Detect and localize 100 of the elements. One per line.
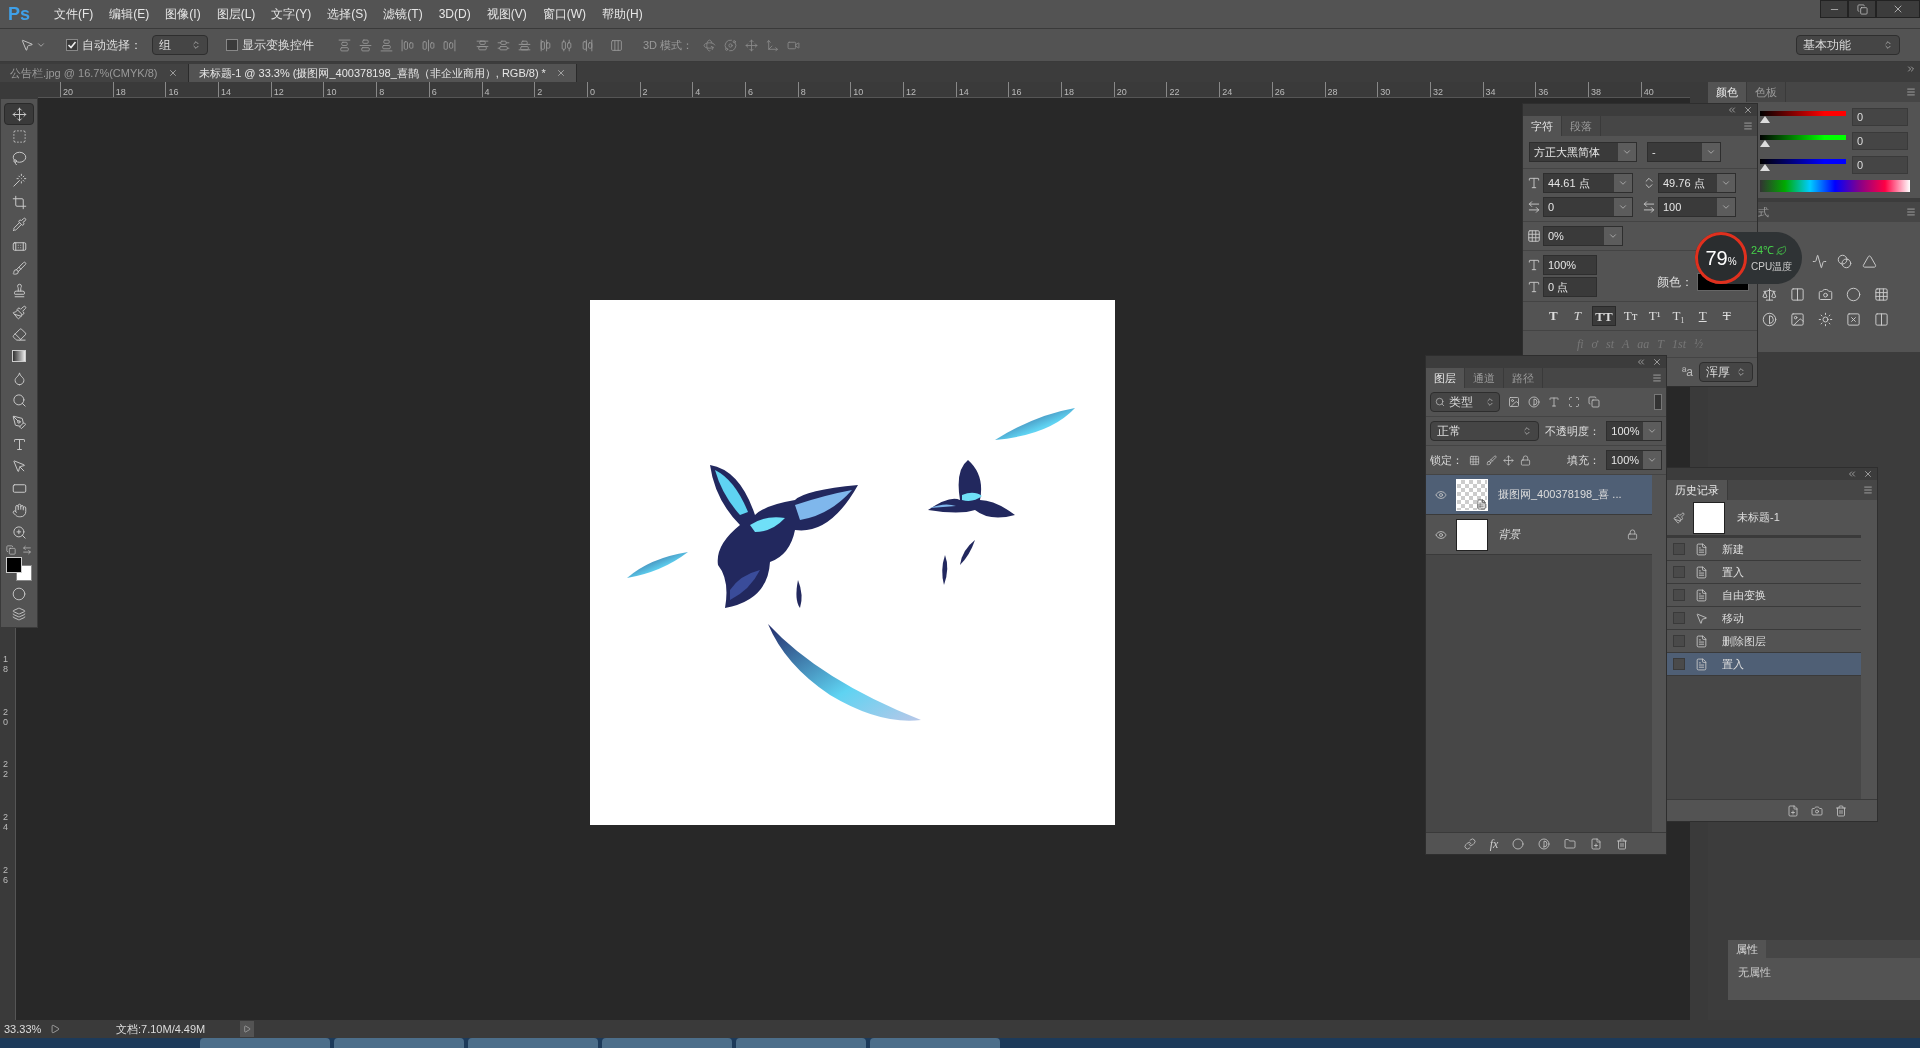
history-item[interactable]: 删除图层 — [1667, 630, 1861, 653]
text-style-button[interactable]: TT — [1592, 306, 1616, 326]
ruler-label: 24 — [3, 812, 9, 833]
ruler-label: 32 — [1432, 87, 1443, 97]
ruler-label: 36 — [1538, 87, 1549, 97]
ruler-label: 8 — [379, 87, 385, 97]
ruler-label: 12 — [273, 87, 284, 97]
menu-item[interactable]: 选择(S) — [319, 5, 376, 23]
panel-tab[interactable]: 历史记录 — [1667, 480, 1728, 500]
opacity-field[interactable]: 100% — [1606, 421, 1662, 441]
ruler-label: 14 — [221, 87, 232, 97]
cpu-temperature: 24℃ — [1751, 243, 1775, 259]
cpu-load: 79% — [1705, 246, 1737, 271]
ruler-label: 6 — [747, 87, 753, 97]
text-style-button[interactable]: T — [1717, 306, 1736, 326]
baseline-field[interactable]: 0 点 — [1543, 277, 1597, 297]
blend-mode-dropdown[interactable]: 正常 — [1430, 421, 1540, 441]
color-value-field[interactable]: 0 — [1852, 108, 1908, 126]
menu-item[interactable]: 窗口(W) — [534, 5, 594, 23]
kerning-field[interactable]: 0 — [1543, 197, 1633, 217]
menu-item[interactable]: 3D(D) — [430, 5, 479, 23]
ruler-label: 10 — [853, 87, 864, 97]
menu-item[interactable]: 视图(V) — [478, 5, 535, 23]
workspace-dropdown[interactable]: 基本功能 — [1796, 35, 1900, 55]
ruler-label: 2 — [642, 87, 648, 97]
menu-item[interactable]: 文件(F) — [46, 5, 102, 23]
checkbox-label: 自动选择： — [82, 37, 142, 54]
antialias-dropdown[interactable]: 浑厚 — [1699, 362, 1753, 382]
text-style-button[interactable]: Tᴛ — [1621, 306, 1640, 326]
layer-row[interactable]: 背景 — [1426, 515, 1652, 555]
text-style-button[interactable]: T¹ — [1645, 306, 1664, 326]
cpu-caption: CPU温度 — [1751, 259, 1793, 274]
fx-button[interactable]: fx — [1489, 834, 1499, 853]
history-item[interactable]: 自由变换 — [1667, 584, 1861, 607]
ruler-label: 4 — [695, 87, 701, 97]
ruler-label: 0 — [589, 87, 595, 97]
history-item[interactable]: 置入 — [1667, 653, 1861, 676]
layer-filter-dropdown[interactable]: 类型 — [1430, 392, 1500, 412]
ruler-label: 8 — [800, 87, 806, 97]
menu-item[interactable]: 图层(L) — [208, 5, 264, 23]
snapshot-name: 未标题-1 — [1737, 510, 1780, 526]
ruler-label: 34 — [1485, 87, 1496, 97]
history-item[interactable]: 置入 — [1667, 561, 1861, 584]
ruler-label: 26 — [1274, 87, 1285, 97]
history-label: 新建 — [1722, 541, 1744, 557]
ruler-label: 18 — [115, 87, 126, 97]
color-value-field[interactable]: 0 — [1852, 156, 1908, 174]
color-label: 颜色： — [1657, 274, 1693, 291]
font-style-dropdown[interactable]: - — [1647, 142, 1721, 162]
tracking-field[interactable]: 100 — [1658, 197, 1736, 217]
fill-field[interactable]: 100% — [1606, 450, 1662, 470]
ruler-label: 38 — [1590, 87, 1601, 97]
opacity-label: 不透明度： — [1545, 423, 1601, 439]
checkbox-label: 显示变换控件 — [242, 37, 314, 54]
font-family-dropdown[interactable]: 方正大黑简体 — [1529, 142, 1637, 162]
menu-item[interactable]: 图像(I) — [157, 5, 209, 23]
panel-tab[interactable]: 属性 — [1728, 940, 1766, 958]
document-size: 文档:7.10M/4.49M — [115, 1021, 207, 1037]
menu-item[interactable]: 编辑(E) — [101, 5, 158, 23]
history-label: 移动 — [1722, 610, 1744, 626]
document-tab[interactable]: 未标题-1 @ 33.3% (摄图网_400378198_喜鹊（非企业商用）, RGB/8) * — [188, 64, 577, 82]
ruler-label: 22 — [1169, 87, 1180, 97]
panel-tab[interactable]: 字符 — [1523, 116, 1562, 136]
auto-select-dropdown[interactable]: 组 — [152, 35, 208, 55]
ruler-label: 4 — [484, 87, 490, 97]
leading-field[interactable]: 49.76 点 — [1658, 173, 1736, 193]
ruler-label: 18 — [3, 654, 9, 674]
panel-tab[interactable]: 图层 — [1426, 368, 1465, 388]
menu-item[interactable]: 文字(Y) — [263, 5, 320, 23]
font-size-field[interactable]: 44.61 点 — [1543, 173, 1633, 193]
history-label: 置入 — [1722, 564, 1744, 580]
ruler-label: 16 — [168, 87, 179, 97]
ruler-label: 20 — [3, 706, 9, 727]
history-item[interactable]: 移动 — [1667, 607, 1861, 630]
document-tab[interactable]: 公告栏.jpg @ 16.7%(CMYK/8) — [0, 64, 189, 82]
ruler-label: 2 — [537, 87, 543, 97]
ruler-label: 26 — [3, 864, 9, 885]
ruler-label: 16 — [1011, 87, 1022, 97]
text-style-button[interactable]: T — [1693, 306, 1712, 326]
panel-tab[interactable]: 式 — [1756, 202, 1771, 222]
app-logo: Ps — [8, 2, 31, 26]
history-snapshot[interactable]: 未标题-1 — [1667, 500, 1861, 538]
ruler-label: 30 — [1380, 87, 1391, 97]
ruler-label: 20 — [63, 87, 73, 97]
layer-row[interactable]: 摄图网_400378198_喜 ... — [1426, 475, 1652, 515]
text-style-button[interactable]: T — [1544, 306, 1563, 326]
menu-item[interactable]: 帮助(H) — [594, 5, 651, 23]
text-style-button[interactable]: T₁ — [1669, 306, 1688, 326]
mode-label: 3D 模式： — [643, 37, 694, 53]
history-item[interactable]: 新建 — [1667, 538, 1861, 561]
color-value-field[interactable]: 0 — [1852, 132, 1908, 150]
fill-label: 填充： — [1567, 452, 1600, 468]
menu-item[interactable]: 滤镜(T) — [375, 5, 431, 23]
text-style-button[interactable]: T — [1568, 306, 1587, 326]
panel-tab[interactable]: 颜色 — [1708, 82, 1747, 102]
vertical-scale-field[interactable]: 100% — [1543, 255, 1597, 275]
tsume-field[interactable]: 0% — [1543, 226, 1623, 246]
ruler-label: 12 — [906, 87, 916, 97]
ruler-label: 10 — [326, 87, 337, 97]
ruler-label: 40 — [1643, 87, 1654, 97]
